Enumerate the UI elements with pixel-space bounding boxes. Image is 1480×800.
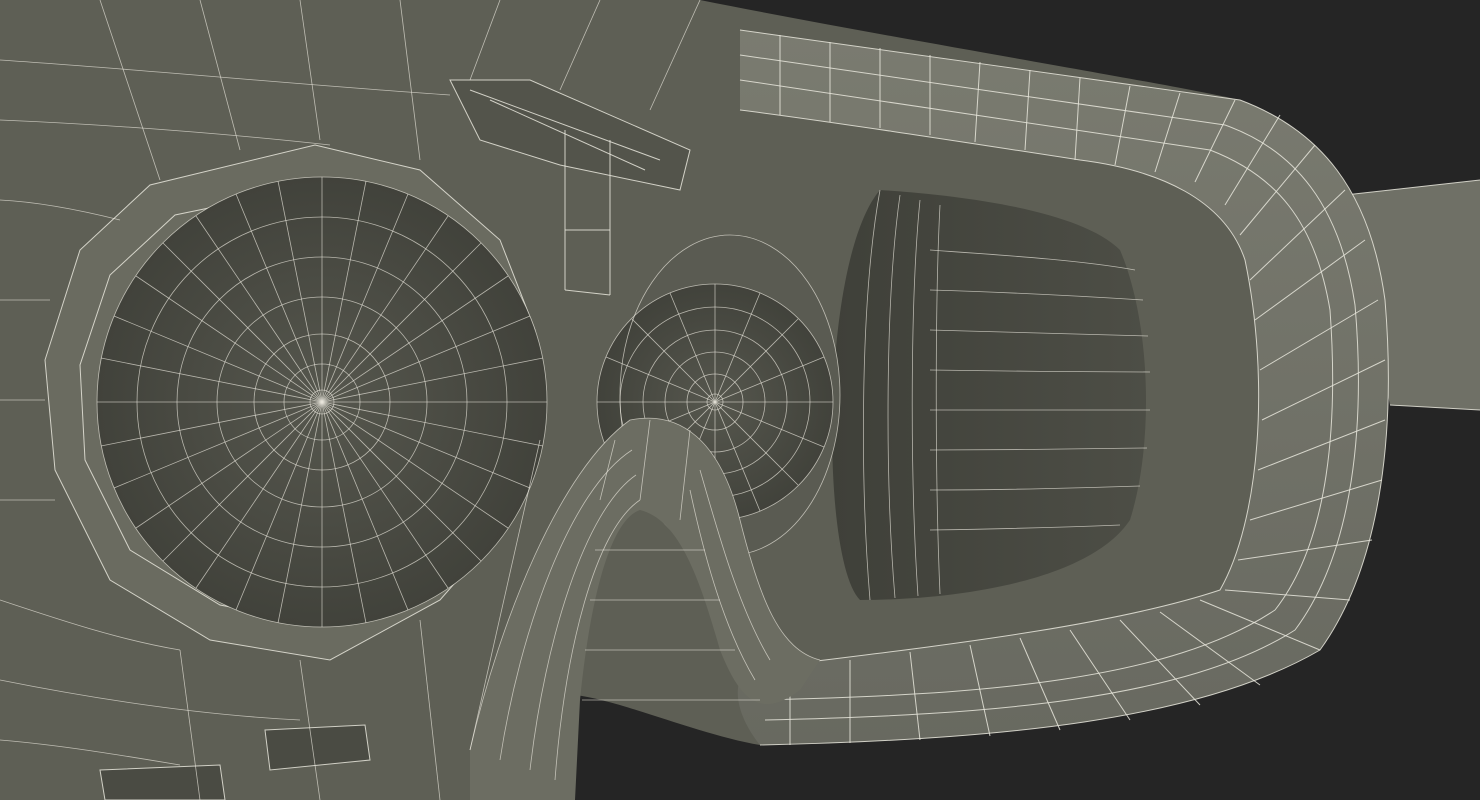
vr-headset-wireframe-render — [0, 0, 1480, 800]
left-lens-wires — [96, 176, 548, 628]
eye-tunnel-interior — [832, 190, 1147, 600]
